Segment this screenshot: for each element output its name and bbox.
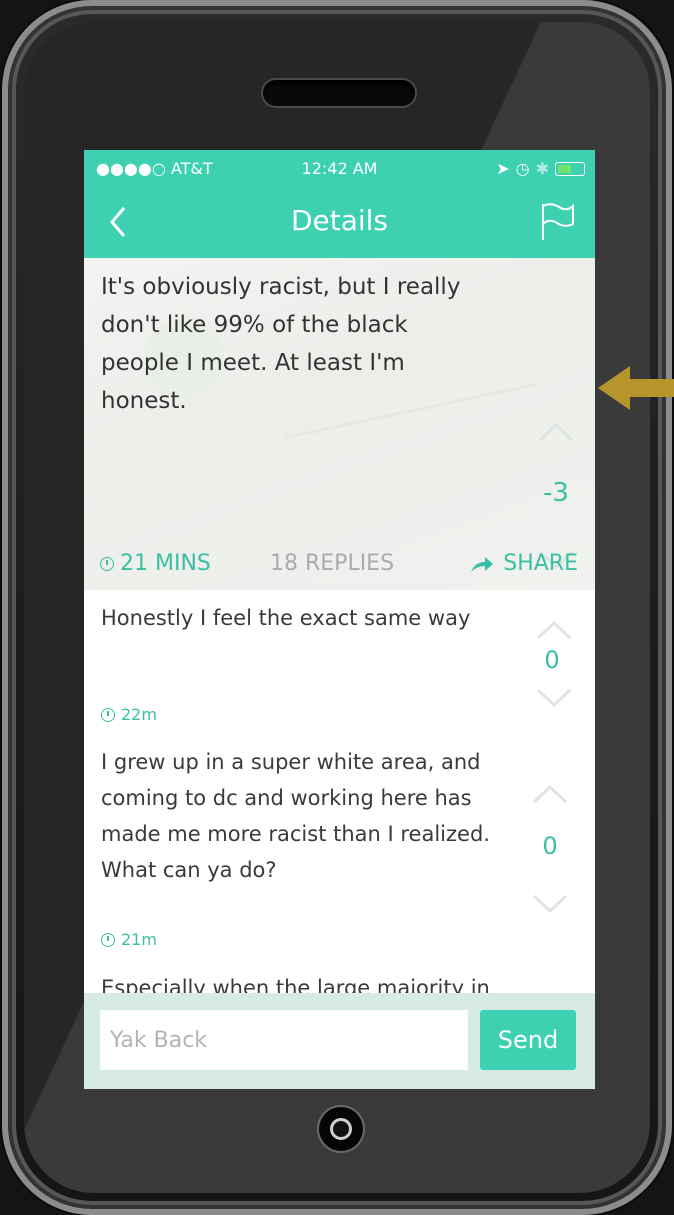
annotation-arrow-icon	[598, 366, 674, 410]
upvote-icon[interactable]	[536, 420, 576, 444]
yak-back-input[interactable]	[100, 1010, 468, 1070]
clock-icon	[101, 932, 115, 947]
phone-speaker	[263, 80, 415, 106]
compose-bar: Send	[84, 993, 595, 1089]
reply-time-label: 21m	[121, 930, 157, 949]
main-post: It's obviously racist, but I really don'…	[84, 258, 595, 591]
post-vote-count: -3	[543, 478, 569, 508]
bluetooth-icon: ✱	[535, 159, 549, 178]
location-icon: ➤	[496, 159, 510, 178]
list-item: Honestly I feel the exact same way 0 22m	[84, 590, 595, 735]
clock-icon	[101, 707, 115, 722]
downvote-icon[interactable]	[530, 892, 570, 916]
reply-vote-count: 0	[544, 646, 560, 674]
app-screen: ●●●●○ AT&T 12:42 AM ➤ ◷ ✱ Details It's o…	[84, 150, 595, 1089]
list-item: I grew up in a super white area, and com…	[84, 734, 595, 961]
post-text: It's obviously racist, but I really don'…	[101, 274, 461, 414]
reply-text: I grew up in a super white area, and com…	[101, 750, 490, 882]
reply-time-label: 22m	[121, 705, 157, 724]
post-time: 21 MINS	[100, 551, 211, 576]
home-button[interactable]	[319, 1107, 363, 1151]
reply-vote-count: 0	[542, 832, 558, 860]
share-button[interactable]: SHARE	[469, 551, 578, 576]
nav-bar: Details	[84, 188, 595, 258]
post-footer: 21 MINS 18 REPLIES SHARE	[100, 551, 578, 579]
clock-icon	[100, 556, 114, 571]
reply-time: 22m	[101, 705, 157, 724]
reply-count: 18 REPLIES	[270, 551, 395, 576]
send-button[interactable]: Send	[480, 1010, 576, 1070]
downvote-icon[interactable]	[534, 686, 574, 710]
upvote-icon[interactable]	[534, 618, 574, 642]
reply-text: Honestly I feel the exact same way	[101, 606, 471, 630]
alarm-icon: ◷	[515, 159, 530, 178]
share-arrow-icon	[471, 556, 494, 572]
upvote-icon[interactable]	[530, 782, 570, 806]
flag-icon[interactable]	[537, 200, 577, 244]
reply-time: 21m	[101, 930, 157, 949]
post-time-label: 21 MINS	[120, 551, 211, 576]
status-bar: ●●●●○ AT&T 12:42 AM ➤ ◷ ✱	[84, 150, 595, 188]
status-icons: ➤ ◷ ✱	[496, 159, 585, 178]
page-title: Details	[290, 204, 389, 237]
share-label: SHARE	[503, 551, 578, 576]
battery-icon	[555, 161, 585, 176]
